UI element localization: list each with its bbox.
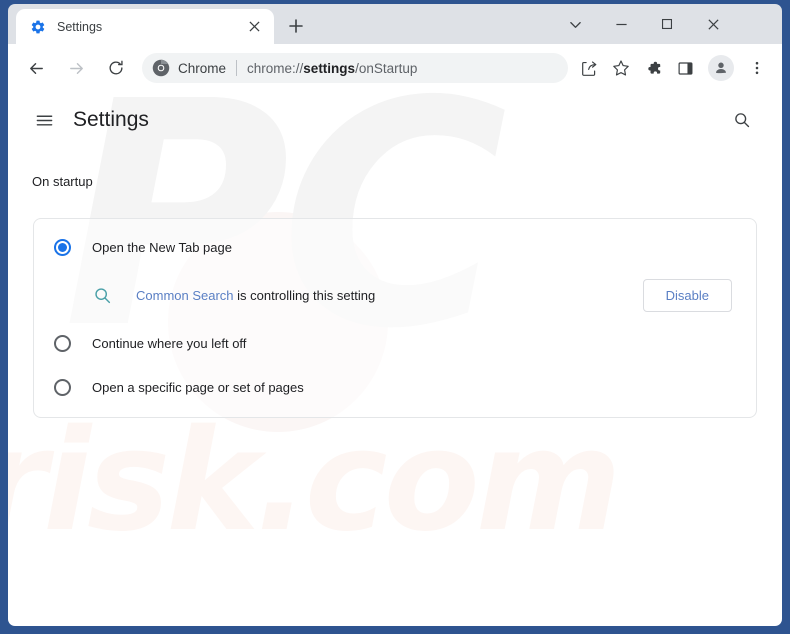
back-arrow-icon[interactable]: [20, 52, 52, 84]
share-icon[interactable]: [574, 53, 604, 83]
startup-option-continue[interactable]: Continue where you left off: [34, 321, 756, 365]
controlled-by-extension-banner: Common Search is controlling this settin…: [34, 269, 756, 321]
omnibox-divider: [236, 60, 238, 76]
search-extension-icon: [92, 285, 112, 305]
side-panel-icon[interactable]: [670, 53, 700, 83]
browser-window: Settings Chrome chrome://settings/onStar…: [0, 0, 790, 634]
url-bold-segment: settings: [303, 60, 356, 76]
tab-search-button[interactable]: [552, 4, 598, 44]
url-suffix: /onStartup: [355, 60, 418, 76]
search-icon[interactable]: [728, 106, 756, 134]
close-tab-icon[interactable]: [242, 15, 266, 39]
radio-button-unselected[interactable]: [54, 378, 71, 396]
controlled-message: is controlling this setting: [233, 287, 376, 303]
omnibox-url-text: chrome://settings/onStartup: [247, 61, 568, 76]
chrome-menu-icon[interactable]: [742, 53, 772, 83]
url-prefix: chrome://: [247, 60, 304, 76]
omnibox-scheme-label: Chrome: [178, 60, 227, 76]
controlled-by-text: Common Search is controlling this settin…: [136, 288, 643, 303]
settings-header: Settings: [8, 92, 782, 148]
startup-option-specific-pages[interactable]: Open a specific page or set of pages: [34, 365, 756, 409]
tab-strip: Settings: [8, 4, 782, 45]
profile-avatar-icon[interactable]: [708, 55, 734, 81]
browser-toolbar: Chrome chrome://settings/onStartup: [8, 44, 782, 92]
chrome-logo-icon: [152, 59, 170, 77]
new-tab-button[interactable]: [282, 12, 310, 40]
minimize-window-button[interactable]: [598, 4, 644, 44]
address-bar[interactable]: Chrome chrome://settings/onStartup: [142, 53, 568, 83]
radio-button-selected[interactable]: [54, 238, 71, 256]
tab-title: Settings: [57, 19, 103, 34]
close-window-button[interactable]: [690, 4, 736, 44]
page-title: Settings: [73, 108, 149, 131]
browser-tab-settings[interactable]: Settings: [16, 9, 274, 45]
hamburger-menu-icon[interactable]: [30, 106, 58, 134]
watermark-secondary: risk.com: [8, 400, 622, 563]
startup-option-label: Open a specific page or set of pages: [92, 379, 304, 395]
maximize-window-button[interactable]: [644, 4, 690, 44]
startup-option-label: Open the New Tab page: [92, 239, 232, 255]
settings-gear-icon: [30, 19, 46, 35]
radio-button-unselected[interactable]: [54, 334, 71, 352]
section-label: On startup: [32, 174, 93, 189]
reload-icon[interactable]: [100, 52, 132, 84]
startup-option-new-tab[interactable]: Open the New Tab page: [34, 225, 756, 269]
disable-button[interactable]: Disable: [642, 278, 732, 312]
startup-option-label: Continue where you left off: [92, 335, 247, 351]
extensions-puzzle-icon[interactable]: [638, 53, 668, 83]
bookmark-star-icon[interactable]: [606, 53, 636, 83]
settings-page: PC risk.com Settings On startup Open th: [8, 92, 782, 626]
startup-options-card: Open the New Tab page Common Search is c…: [33, 218, 757, 418]
extension-name-link[interactable]: Common Search: [136, 288, 234, 303]
forward-arrow-icon[interactable]: [60, 52, 92, 84]
